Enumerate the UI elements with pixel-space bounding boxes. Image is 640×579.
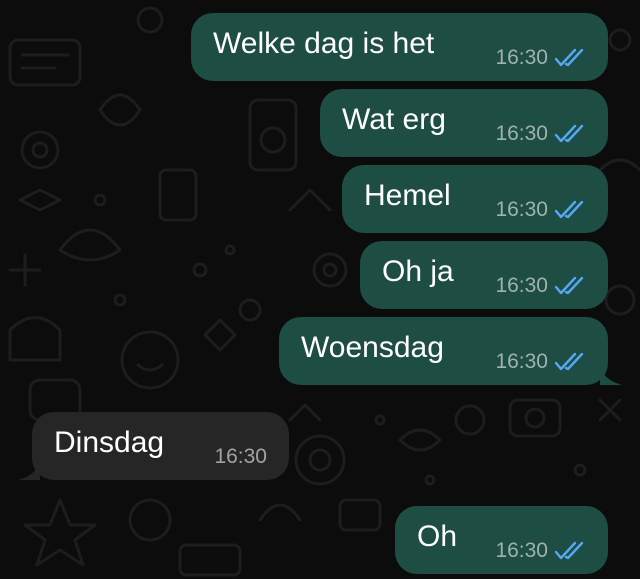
message-text: Oh ja [382,255,454,288]
message-text: Welke dag is het [213,27,435,60]
message-time: 16:30 [495,46,548,69]
chat-view: Welke dag is het 16:30 Wat erg 16:30 Hem… [0,0,640,579]
message-bubble-incoming[interactable]: Dinsdag 16:30 [18,412,289,480]
message-time: 16:30 [495,350,548,373]
message-meta: 16:30 [495,540,586,562]
message-text: Dinsdag [54,426,165,459]
message-meta: 16:30 [495,123,586,145]
message-bubble-outgoing[interactable]: Wat erg 16:30 [320,89,608,157]
read-double-tick-icon [554,276,584,295]
message-bubble-outgoing[interactable]: Hemel 16:30 [342,165,608,233]
message-text: Oh [417,520,458,553]
message-time: 16:30 [495,274,548,297]
read-double-tick-icon [554,48,584,67]
bubble-tail [600,363,622,385]
message-meta: 16:30 [495,199,586,221]
message-bubble-outgoing[interactable]: Woensdag 16:30 [279,317,622,385]
message-time: 16:30 [495,198,548,221]
bubble-tail [18,458,40,480]
message-meta: 16:30 [495,275,586,297]
read-double-tick-icon [554,541,584,560]
message-text: Wat erg [342,103,446,136]
message-time: 16:30 [214,445,267,468]
read-double-tick-icon [554,352,584,371]
read-double-tick-icon [554,200,584,219]
read-double-tick-icon [554,124,584,143]
message-time: 16:30 [495,539,548,562]
message-text: Hemel [364,179,451,212]
message-time: 16:30 [495,122,548,145]
message-bubble-outgoing[interactable]: Oh ja 16:30 [360,241,608,309]
message-meta: 16:30 [214,446,267,468]
message-bubble-outgoing[interactable]: Welke dag is het 16:30 [191,13,608,81]
message-bubble-outgoing[interactable]: Oh 16:30 [395,506,608,574]
message-text: Woensdag [301,331,444,364]
message-meta: 16:30 [495,351,586,373]
message-meta: 16:30 [495,47,586,69]
